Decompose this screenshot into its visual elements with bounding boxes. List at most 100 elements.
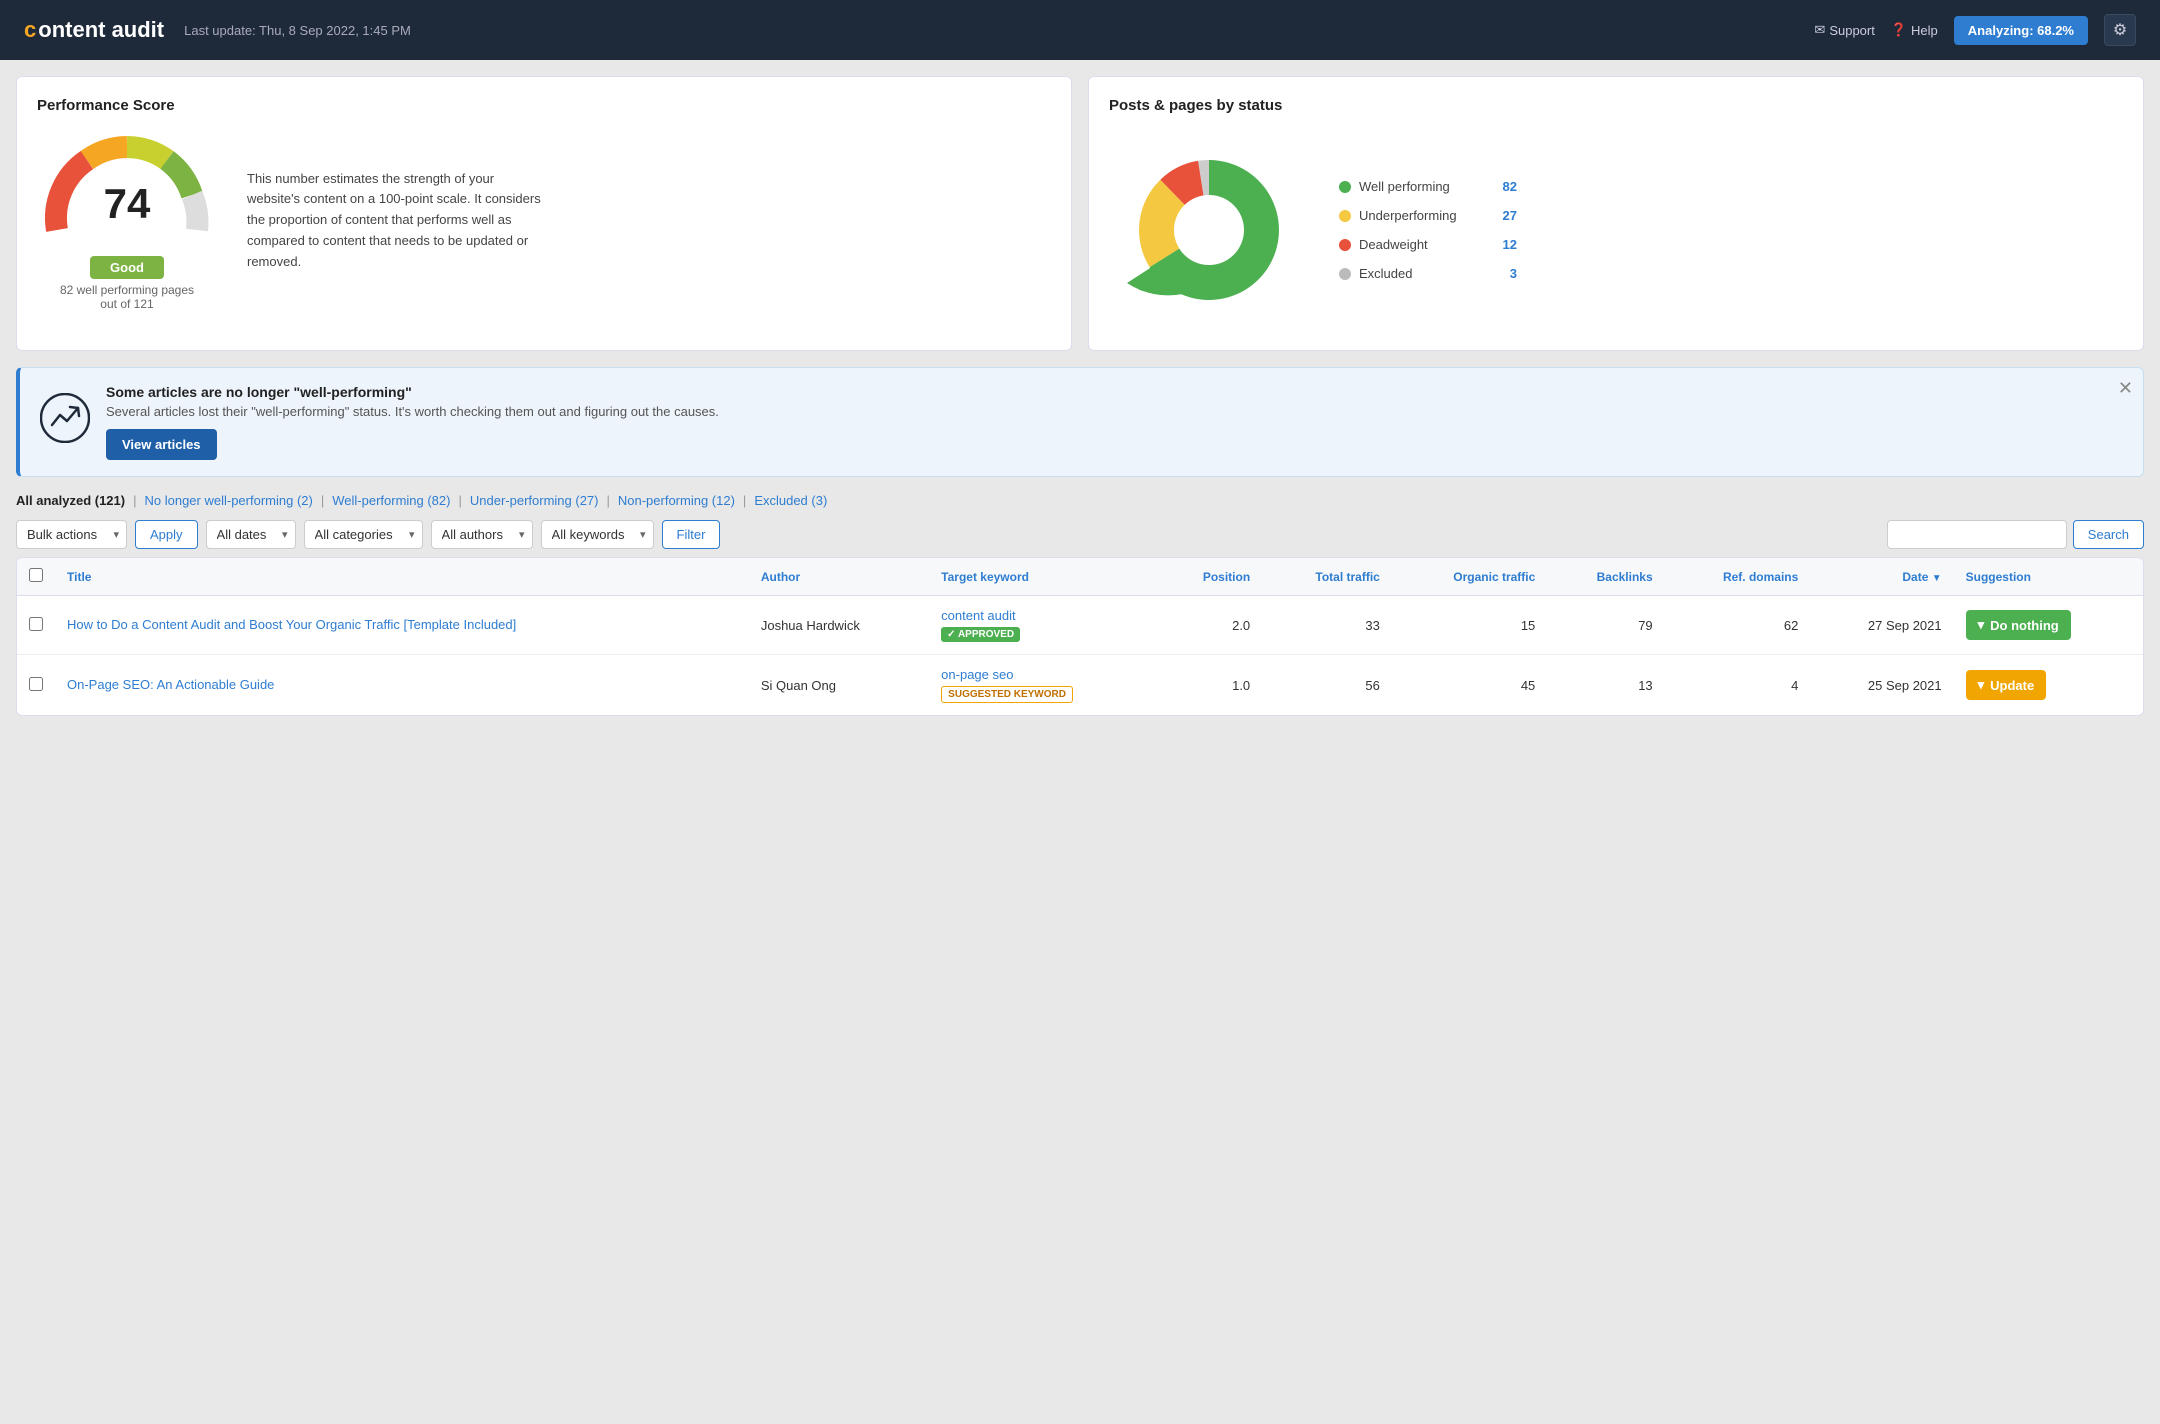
row1-position-cell: 2.0	[1158, 596, 1263, 655]
row2-organic-traffic: 45	[1521, 678, 1535, 693]
deadweight-label: Deadweight	[1359, 237, 1479, 252]
col-date-header[interactable]: Date ▼	[1810, 558, 1953, 596]
row2-update-button[interactable]: ▾ Update	[1966, 670, 2047, 700]
tab-well-performing[interactable]: Well-performing (82)	[332, 493, 450, 508]
tab-excluded[interactable]: Excluded (3)	[754, 493, 827, 508]
well-performing-dot	[1339, 181, 1351, 193]
tab-non-performing[interactable]: Non-performing (12)	[618, 493, 735, 508]
date-sort-icon: ▼	[1932, 573, 1942, 584]
row2-total-traffic: 56	[1365, 678, 1379, 693]
row1-author: Joshua Hardwick	[761, 618, 860, 633]
row2-total-traffic-cell: 56	[1262, 655, 1392, 716]
underperforming-dot	[1339, 210, 1351, 222]
posts-pages-content: Well performing 82 Underperforming 27 De…	[1109, 130, 2123, 330]
table-row: How to Do a Content Audit and Boost Your…	[17, 596, 2143, 655]
col-author-header[interactable]: Author	[749, 558, 929, 596]
tab-all-analyzed[interactable]: All analyzed (121)	[16, 493, 125, 508]
row1-keyword-link[interactable]: content audit	[941, 608, 1015, 623]
row2-ref-domains: 4	[1791, 678, 1798, 693]
row1-title-cell: How to Do a Content Audit and Boost Your…	[55, 596, 749, 655]
row1-ref-domains: 62	[1784, 618, 1798, 633]
col-organic-traffic-header[interactable]: Organic traffic	[1392, 558, 1547, 596]
table-row: On-Page SEO: An Actionable Guide Si Quan…	[17, 655, 2143, 716]
support-link[interactable]: ✉ Support	[1814, 22, 1874, 38]
alert-text: Some articles are no longer "well-perfor…	[106, 384, 2123, 460]
cards-row: Performance Score	[16, 76, 2144, 351]
col-position-header[interactable]: Position	[1158, 558, 1263, 596]
row2-checkbox-cell	[17, 655, 55, 716]
app-logo: content audit	[24, 17, 164, 43]
col-suggestion-header[interactable]: Suggestion	[1954, 558, 2143, 596]
search-button[interactable]: Search	[2073, 520, 2144, 549]
tab-under-performing[interactable]: Under-performing (27)	[470, 493, 599, 508]
question-icon: ❓	[1891, 22, 1907, 38]
row2-checkbox[interactable]	[29, 677, 43, 691]
row1-checkbox[interactable]	[29, 617, 43, 631]
chevron-down-icon: ▾	[1978, 677, 1985, 693]
row1-checkbox-cell	[17, 596, 55, 655]
posts-pages-title: Posts & pages by status	[1109, 97, 2123, 114]
row2-title-cell: On-Page SEO: An Actionable Guide	[55, 655, 749, 716]
settings-button[interactable]: ⚙	[2104, 14, 2136, 46]
col-backlinks-header[interactable]: Backlinks	[1547, 558, 1664, 596]
all-categories-select[interactable]: All categories	[304, 520, 423, 549]
apply-button[interactable]: Apply	[135, 520, 198, 549]
alert-close-button[interactable]: ✕	[2118, 378, 2133, 399]
alert-icon	[40, 393, 90, 451]
analyzing-button[interactable]: Analyzing: 68.2%	[1954, 16, 2088, 45]
row2-suggestion-cell: ▾ Update	[1954, 655, 2143, 716]
trending-down-icon	[40, 393, 90, 443]
view-articles-button[interactable]: View articles	[106, 429, 217, 460]
tab-no-longer-well-performing[interactable]: No longer well-performing (2)	[145, 493, 313, 508]
row2-keyword-link[interactable]: on-page seo	[941, 667, 1013, 682]
legend-item-well-performing: Well performing 82	[1339, 179, 1517, 194]
envelope-icon: ✉	[1814, 22, 1825, 38]
row1-date: 27 Sep 2021	[1868, 618, 1942, 633]
excluded-count: 3	[1487, 266, 1517, 281]
filter-button[interactable]: Filter	[662, 520, 721, 549]
row1-suggestion-label: Do nothing	[1990, 618, 2059, 633]
row2-date: 25 Sep 2021	[1868, 678, 1942, 693]
header-actions: ✉ Support ❓ Help Analyzing: 68.2% ⚙	[1814, 14, 2136, 46]
well-performing-label: Well performing	[1359, 179, 1479, 194]
row1-keyword-cell: content audit ✓ APPROVED	[929, 596, 1157, 655]
row1-total-traffic: 33	[1365, 618, 1379, 633]
gauge-container: 74 Good 82 well performing pagesout of 1…	[37, 130, 217, 311]
well-performing-count: 82	[1487, 179, 1517, 194]
help-link[interactable]: ❓ Help	[1891, 22, 1938, 38]
row2-keyword-cell: on-page seo SUGGESTED KEYWORD	[929, 655, 1157, 716]
table-header-row: Title Author Target keyword Position Tot…	[17, 558, 2143, 596]
col-keyword-header[interactable]: Target keyword	[929, 558, 1157, 596]
alert-description: Several articles lost their "well-perfor…	[106, 404, 2123, 419]
all-dates-select[interactable]: All dates	[206, 520, 296, 549]
select-all-checkbox[interactable]	[29, 568, 43, 582]
col-title-header[interactable]: Title	[55, 558, 749, 596]
deadweight-dot	[1339, 239, 1351, 251]
all-keywords-select[interactable]: All keywords	[541, 520, 654, 549]
row2-organic-traffic-cell: 45	[1392, 655, 1547, 716]
row1-do-nothing-button[interactable]: ▾ Do nothing	[1966, 610, 2071, 640]
col-total-traffic-header[interactable]: Total traffic	[1262, 558, 1392, 596]
svg-text:74: 74	[104, 180, 151, 227]
controls-row: Bulk actions Apply All dates All categor…	[16, 520, 2144, 549]
performance-description: This number estimates the strength of yo…	[247, 169, 547, 273]
filter-tabs: All analyzed (121) | No longer well-perf…	[16, 493, 2144, 508]
row2-title-link[interactable]: On-Page SEO: An Actionable Guide	[67, 677, 274, 692]
col-ref-domains-header[interactable]: Ref. domains	[1665, 558, 1811, 596]
row2-suggestion-label: Update	[1990, 678, 2034, 693]
all-authors-select[interactable]: All authors	[431, 520, 533, 549]
row1-approved-badge: ✓ APPROVED	[941, 627, 1020, 642]
gauge-chart: 74	[37, 130, 217, 250]
row1-backlinks: 79	[1638, 618, 1652, 633]
row2-author-cell: Si Quan Ong	[749, 655, 929, 716]
row1-position: 2.0	[1232, 618, 1250, 633]
row2-backlinks-cell: 13	[1547, 655, 1664, 716]
search-input[interactable]	[1887, 520, 2067, 549]
performance-score-content: 74 Good 82 well performing pagesout of 1…	[37, 130, 1051, 311]
row1-ref-domains-cell: 62	[1665, 596, 1811, 655]
all-dates-wrap: All dates	[206, 520, 296, 549]
bulk-actions-select[interactable]: Bulk actions	[16, 520, 127, 549]
row2-author: Si Quan Ong	[761, 678, 836, 693]
gear-icon: ⚙	[2113, 20, 2127, 40]
row1-title-link[interactable]: How to Do a Content Audit and Boost Your…	[67, 617, 516, 632]
